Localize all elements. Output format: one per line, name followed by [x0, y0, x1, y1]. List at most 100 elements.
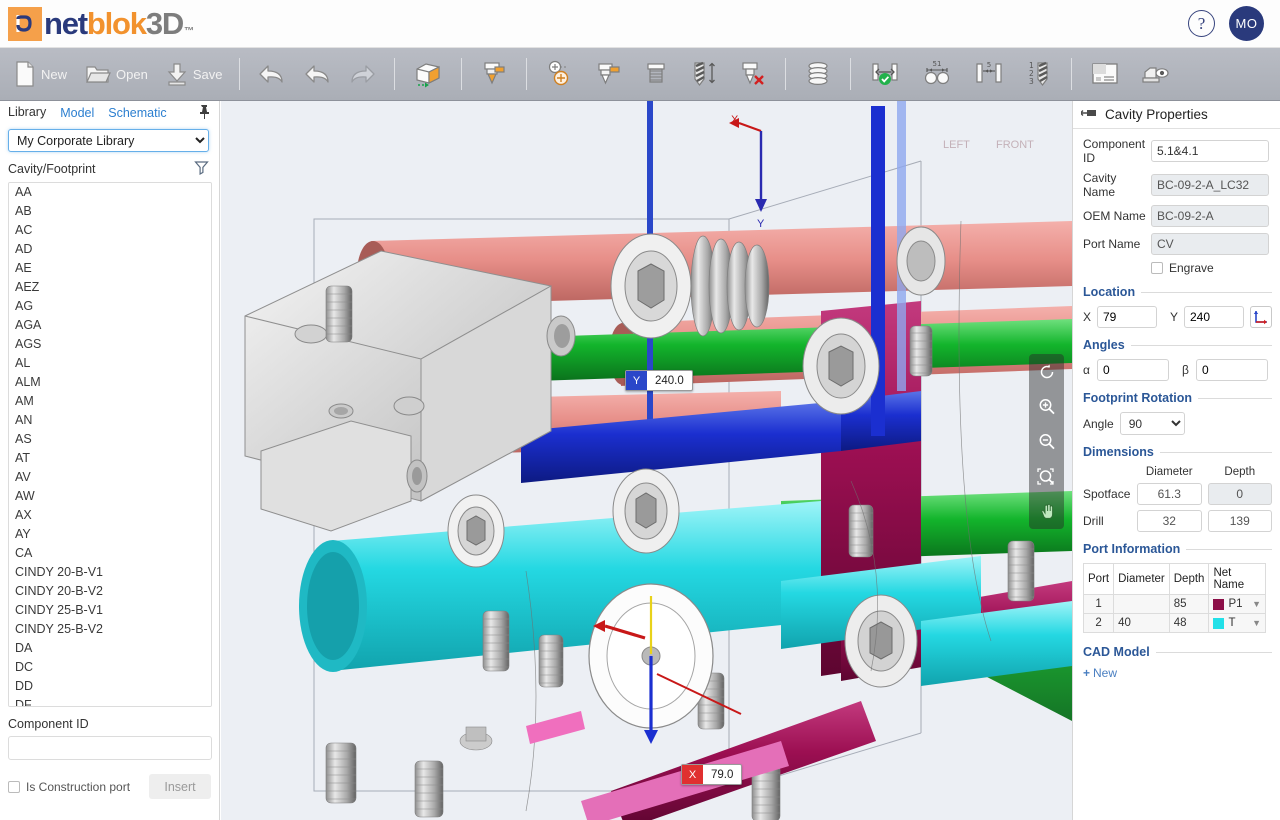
nav-rotate-button[interactable]	[1029, 354, 1064, 389]
sequence-button[interactable]: 1 2 3	[1016, 52, 1062, 96]
axis-origin-icon[interactable]	[1250, 306, 1272, 328]
cell-depth: 48	[1168, 613, 1210, 633]
chevron-down-icon[interactable]: ▼	[1252, 618, 1261, 628]
y-input[interactable]	[1184, 306, 1244, 328]
list-item[interactable]: AGS	[9, 335, 211, 354]
avatar[interactable]: MO	[1229, 6, 1264, 41]
list-item[interactable]: AB	[9, 202, 211, 221]
move-cavity-icon	[544, 59, 576, 89]
list-item[interactable]: AV	[9, 468, 211, 487]
collapse-panel-icon[interactable]	[1079, 107, 1097, 122]
redo-back-button[interactable]	[295, 52, 339, 96]
list-item[interactable]: CINDY 20-B-V1	[9, 563, 211, 582]
drill-depth-input[interactable]	[1207, 510, 1272, 532]
oem-name-field	[1151, 205, 1269, 227]
construction-port-checkbox[interactable]	[8, 780, 20, 793]
undo-button[interactable]	[249, 52, 293, 96]
table-row[interactable]: 2 40 48 T ▼	[1082, 613, 1266, 633]
engrave-checkbox[interactable]	[1151, 262, 1163, 274]
chevron-down-icon[interactable]: ▼	[1252, 599, 1261, 609]
save-button-label: Save	[192, 66, 223, 82]
nav-zoom-out-button[interactable]	[1029, 424, 1064, 459]
list-item[interactable]: AE	[9, 259, 211, 278]
report-button[interactable]	[1081, 52, 1129, 96]
section-divider	[1186, 548, 1272, 550]
net-name-label: P1	[1228, 598, 1243, 610]
list-item[interactable]: AA	[9, 183, 211, 202]
tab-schematic[interactable]: Schematic	[108, 106, 166, 122]
save-button[interactable]: Save	[158, 52, 231, 96]
block-button[interactable]	[404, 52, 452, 96]
list-item[interactable]: AS	[9, 430, 211, 449]
new-button[interactable]: New	[6, 52, 75, 96]
list-item[interactable]: AC	[9, 221, 211, 240]
redo-button[interactable]	[341, 52, 385, 96]
nav-pan-button[interactable]	[1029, 494, 1064, 529]
nav-zoom-fit-button[interactable]	[1029, 459, 1064, 494]
list-item[interactable]: AX	[9, 506, 211, 525]
component-id-field[interactable]	[1151, 140, 1269, 162]
list-item[interactable]: DA	[9, 639, 211, 658]
model-viewport[interactable]: X Y LEFT FRONT Y 240.0 X 79.0	[221, 101, 1072, 820]
cavity-button[interactable]	[471, 52, 517, 96]
measure-5-button[interactable]: 5	[964, 52, 1014, 96]
list-item[interactable]: DF	[9, 696, 211, 706]
footprint-angle-select[interactable]: 090180270	[1119, 412, 1185, 435]
list-item[interactable]: AY	[9, 525, 211, 544]
x-input[interactable]	[1097, 306, 1157, 328]
filter-funnel-icon[interactable]	[194, 160, 209, 178]
oem-name-label: OEM Name	[1083, 209, 1146, 223]
render-view-button[interactable]	[1131, 52, 1179, 96]
tab-model[interactable]: Model	[60, 106, 94, 122]
list-item[interactable]: CINDY 20-B-V2	[9, 582, 211, 601]
model-3d-render: X Y LEFT FRONT	[221, 101, 1072, 820]
measure-51-button[interactable]: 51	[912, 52, 962, 96]
x-coordinate-tag[interactable]: X 79.0	[681, 764, 743, 785]
counterbore-button[interactable]	[586, 52, 632, 96]
coil-button[interactable]	[795, 52, 841, 96]
tab-library[interactable]: Library	[8, 105, 47, 123]
list-item[interactable]: CINDY 25-B-V1	[9, 601, 211, 620]
list-item[interactable]: AW	[9, 487, 211, 506]
list-item[interactable]: AN	[9, 411, 211, 430]
component-id-input[interactable]	[8, 736, 212, 760]
drill-depth-button[interactable]	[680, 52, 728, 96]
list-item[interactable]: CINDY 25-B-V2	[9, 620, 211, 639]
nav-zoom-in-button[interactable]	[1029, 389, 1064, 424]
toolbar-separator	[1071, 58, 1073, 90]
list-item[interactable]: ALM	[9, 373, 211, 392]
list-item[interactable]: DC	[9, 658, 211, 677]
list-item[interactable]: AT	[9, 449, 211, 468]
thread-button[interactable]	[634, 52, 678, 96]
delete-cavity-button[interactable]	[730, 52, 776, 96]
move-cavity-button[interactable]	[536, 52, 584, 96]
pin-icon[interactable]	[197, 104, 211, 123]
list-item[interactable]: AL	[9, 354, 211, 373]
cell-net-name[interactable]: P1 ▼	[1208, 594, 1266, 614]
library-select[interactable]: My Corporate Library	[8, 129, 209, 152]
list-item[interactable]: AD	[9, 240, 211, 259]
list-item[interactable]: DD	[9, 677, 211, 696]
list-item[interactable]: AEZ	[9, 278, 211, 297]
list-item[interactable]: AM	[9, 392, 211, 411]
cad-model-new-button[interactable]: + New	[1083, 666, 1117, 680]
list-item[interactable]: AG	[9, 297, 211, 316]
table-row[interactable]: 1 85 P1 ▼	[1082, 594, 1266, 614]
cavity-footprint-list[interactable]: AA AB AC AD AE AEZ AG AGA AGS AL ALM AM AN AS AT AV AW AX…	[8, 182, 212, 707]
check-connection-button[interactable]	[860, 52, 910, 96]
svg-text:X: X	[731, 114, 739, 126]
list-item[interactable]: AGA	[9, 316, 211, 335]
list-item[interactable]: CA	[9, 544, 211, 563]
help-question-icon[interactable]: ?	[1188, 10, 1215, 37]
y-coordinate-tag[interactable]: Y 240.0	[625, 370, 693, 391]
insert-button[interactable]: Insert	[149, 774, 211, 799]
drill-diameter-input[interactable]	[1137, 510, 1202, 532]
port-name-label: Port Name	[1083, 237, 1141, 251]
port-name-field	[1151, 233, 1269, 255]
spotface-diameter-input[interactable]	[1137, 483, 1202, 505]
beta-input[interactable]	[1196, 359, 1268, 381]
block-cube-icon	[412, 59, 444, 89]
cell-net-name[interactable]: T ▼	[1208, 613, 1266, 633]
open-button[interactable]: Open	[77, 52, 156, 96]
alpha-input[interactable]	[1097, 359, 1169, 381]
